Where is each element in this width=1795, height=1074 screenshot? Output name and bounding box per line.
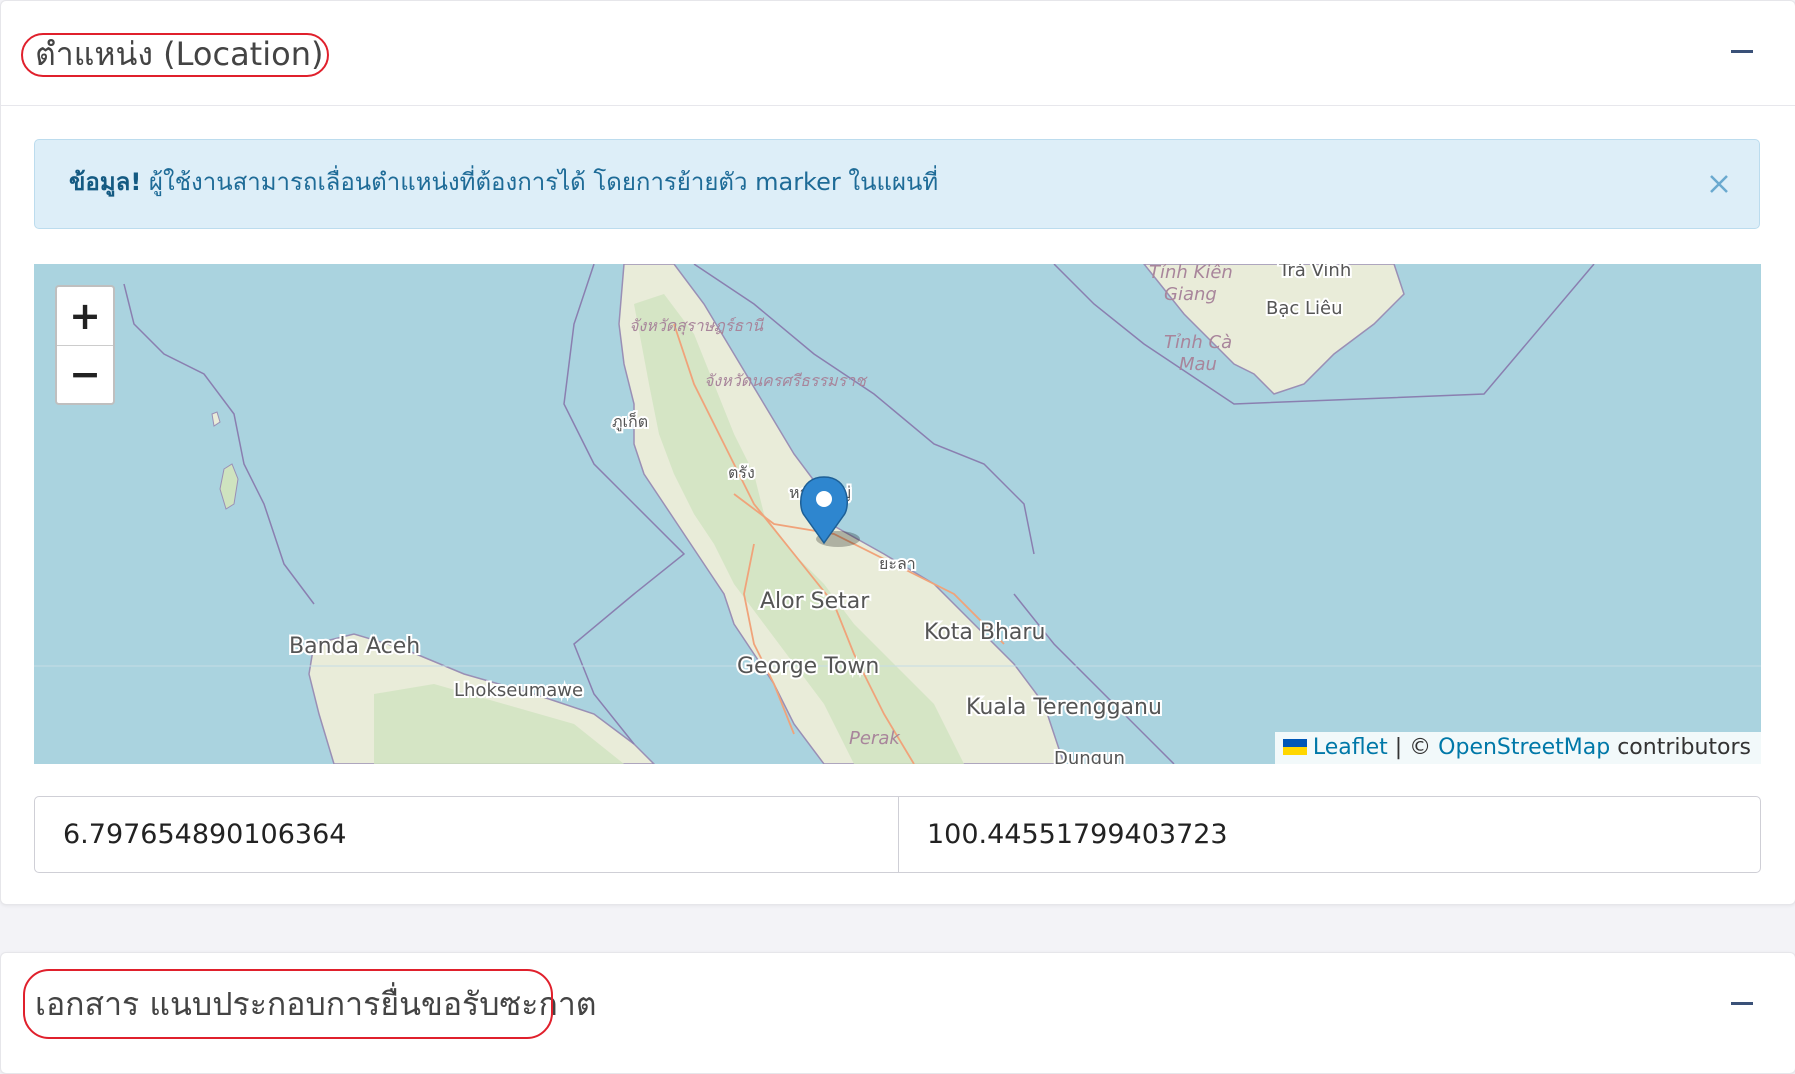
info-alert-strong: ข้อมูล!: [69, 168, 142, 196]
map-label-phuket: ภูเก็ต: [612, 411, 648, 432]
documents-card-header: เอกสาร แนบประกอบการยื่นขอรับซะกาต: [1, 953, 1795, 1057]
zoom-control: + −: [55, 285, 115, 405]
minus-icon: [1731, 1002, 1753, 1005]
attribution-contributors: contributors: [1610, 735, 1751, 760]
map-label-kien-giang-2: Giang: [1164, 284, 1217, 305]
minus-icon: [1731, 50, 1753, 53]
zoom-out-button[interactable]: −: [57, 345, 113, 403]
map-label-bac-lieu: Bạc Liêu: [1266, 298, 1343, 319]
map-label-perak: Perak: [849, 728, 901, 749]
documents-card: เอกสาร แนบประกอบการยื่นขอรับซะกาต: [0, 952, 1795, 1074]
location-card-title: ตำแหน่ง (Location): [35, 35, 324, 73]
location-card-header: ตำแหน่ง (Location): [1, 1, 1795, 106]
map-label-trang: ตรัง: [728, 463, 755, 482]
latitude-input[interactable]: 6.797654890106364: [35, 797, 899, 872]
coordinates-row: 6.797654890106364 100.44551799403723: [34, 796, 1761, 873]
info-alert: ข้อมูล! ผู้ใช้งานสามารถเลื่อนตำแหน่งที่ต…: [34, 139, 1760, 229]
documents-collapse-button[interactable]: [1721, 981, 1765, 1025]
map-label-ca-mau: Tỉnh Cà: [1164, 332, 1232, 353]
map-label-yala: ยะลา: [879, 554, 916, 573]
map-label-kota-bharu: Kota Bharu: [924, 620, 1045, 645]
map-label-kien-giang: Tỉnh Kiên: [1149, 264, 1233, 283]
longitude-input[interactable]: 100.44551799403723: [899, 797, 1760, 872]
map-label-banda-aceh: Banda Aceh: [289, 634, 420, 659]
map-label-surat: จังหวัดสุราษฎร์ธานี: [629, 316, 764, 336]
openstreetmap-link[interactable]: OpenStreetMap: [1438, 735, 1610, 760]
map[interactable]: Tỉnh Kiên Giang Tỉnh Cà Mau Perak จังหวั…: [34, 264, 1761, 764]
map-label-george-town: George Town: [737, 654, 879, 679]
map-label-ca-mau-2: Mau: [1179, 354, 1217, 375]
map-label-nakhon: จังหวัดนครศรีธรรมราช: [704, 371, 868, 390]
map-label-tra-vinh: Trà Vinh: [1278, 264, 1351, 281]
map-marker-icon[interactable]: [799, 476, 860, 547]
location-collapse-button[interactable]: [1721, 29, 1765, 73]
leaflet-link[interactable]: Leaflet: [1313, 735, 1388, 760]
close-icon: [1710, 175, 1728, 193]
map-label-lhokseumawe: Lhokseumawe: [454, 680, 583, 701]
map-labels: Tỉnh Kiên Giang Tỉnh Cà Mau Perak จังหวั…: [287, 264, 1353, 764]
map-label-dungun: Dungun: [1054, 748, 1125, 764]
map-attribution: Leaflet | © OpenStreetMap contributors: [1274, 732, 1761, 764]
map-label-kuala-terengganu: Kuala Terengganu: [966, 695, 1162, 720]
info-alert-text: ข้อมูล! ผู้ใช้งานสามารถเลื่อนตำแหน่งที่ต…: [69, 164, 938, 200]
info-alert-message: ผู้ใช้งานสามารถเลื่อนตำแหน่งที่ต้องการได…: [141, 168, 939, 196]
location-card: ตำแหน่ง (Location) ข้อมูล! ผู้ใช้งานสามา…: [0, 0, 1795, 905]
documents-card-title: เอกสาร แนบประกอบการยื่นขอรับซะกาต: [35, 985, 597, 1023]
alert-close-button[interactable]: [1701, 166, 1737, 202]
attribution-separator: | ©: [1387, 735, 1439, 760]
zoom-in-button[interactable]: +: [57, 287, 113, 346]
ukraine-flag-icon: [1282, 739, 1307, 755]
map-label-alor-setar: Alor Setar: [760, 589, 870, 614]
